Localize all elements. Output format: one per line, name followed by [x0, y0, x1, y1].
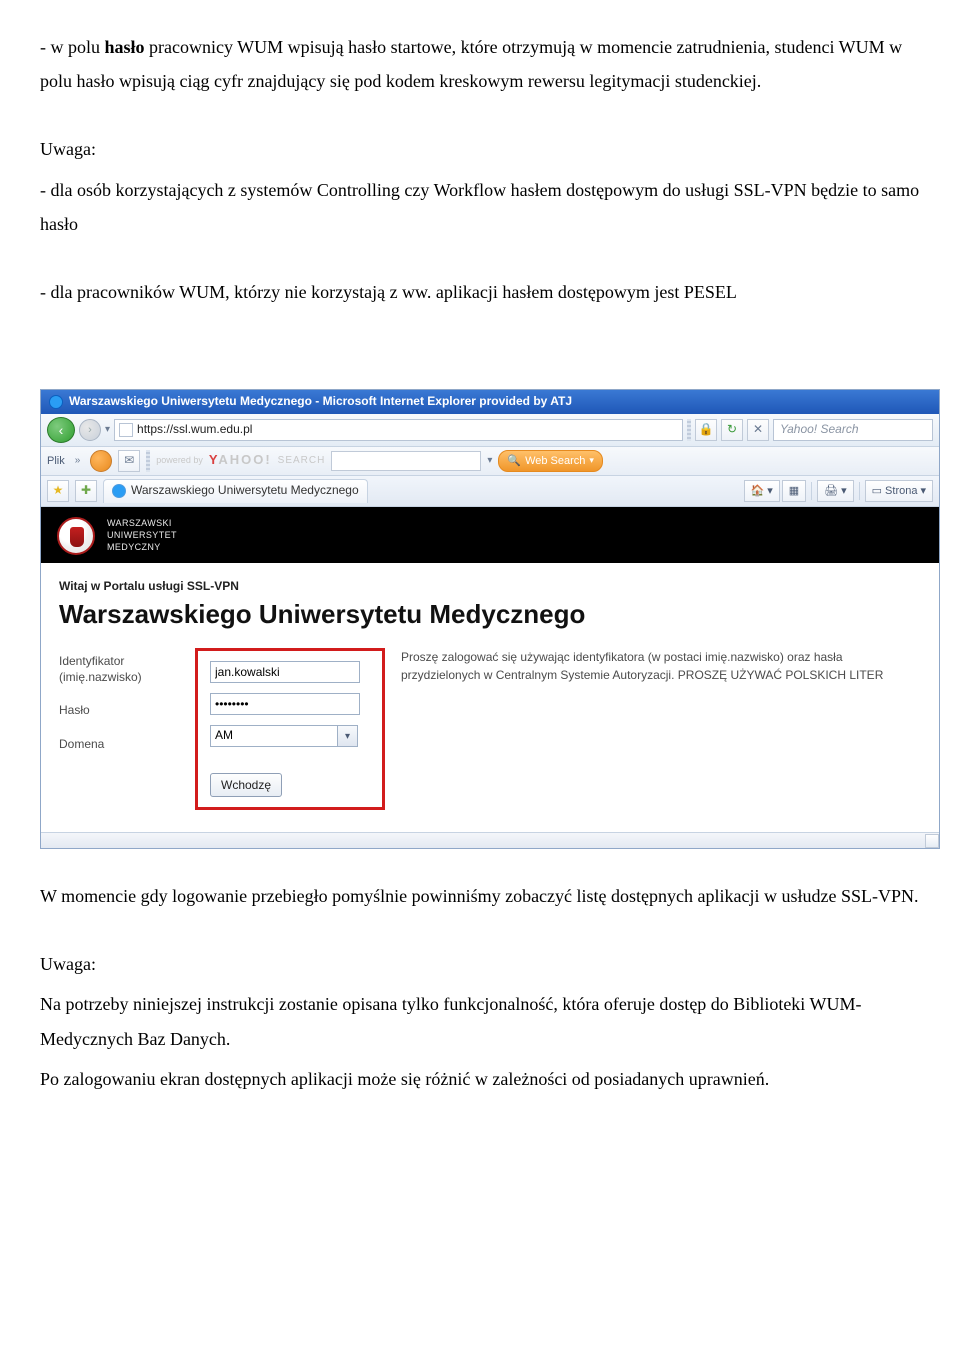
home-button[interactable]: 🏠 ▾: [744, 480, 780, 502]
scroll-arrow-icon[interactable]: [925, 834, 939, 848]
web-search-button[interactable]: 🔍 Web Search ▾: [498, 450, 603, 472]
url-field[interactable]: https://ssl.wum.edu.pl: [114, 419, 683, 441]
text-line: MEDYCZNY: [107, 542, 177, 554]
text-line: UNIWERSYTET: [107, 530, 177, 542]
wum-name: WARSZAWSKI UNIWERSYTET MEDYCZNY: [107, 518, 177, 553]
lock-icon: 🔒: [695, 419, 717, 441]
text-fragment: AHOO!: [218, 452, 271, 467]
home-icon: 🏠: [751, 484, 765, 498]
powered-by-label: powered by: [156, 455, 203, 467]
dropdown-icon: ▾: [589, 455, 594, 467]
label-domain: Domena: [59, 737, 179, 753]
domain-select[interactable]: AM ▾: [210, 725, 358, 747]
rss-icon: ▦: [789, 484, 799, 498]
dropdown-icon[interactable]: ▾: [338, 725, 358, 747]
label-identifier: Identyfikator (imię.nazwisko): [59, 654, 179, 685]
paragraph-password-field: - w polu hasło pracownicy WUM wpisują ha…: [40, 30, 930, 98]
yahoo-logo: YAHOO!: [209, 452, 272, 469]
paragraph-controlling-workflow: - dla osób korzystających z systemów Con…: [40, 173, 930, 241]
ie-tab-bar: ★ ✚ Warszawskiego Uniwersytetu Medyczneg…: [41, 476, 939, 507]
identifier-input[interactable]: [210, 661, 360, 683]
welcome-heading: Warszawskiego Uniwersytetu Medycznego: [59, 598, 921, 632]
chevron-left-icon: ‹: [59, 421, 64, 439]
wum-logo-icon: [57, 517, 95, 555]
note-label: Uwaga:: [40, 947, 930, 981]
page-header-black: WARSZAWSKI UNIWERSYTET MEDYCZNY: [41, 507, 939, 563]
add-favorite-icon[interactable]: ✚: [75, 480, 97, 502]
ie-screenshot: Warszawskiego Uniwersytetu Medycznego - …: [40, 389, 940, 849]
yahoo-toolbar: Plik » ✉ powered by YAHOO! SEARCH ▾ 🔍 Web…: [41, 447, 939, 476]
page-icon: ▭: [872, 484, 882, 498]
login-labels: Identyfikator (imię.nazwisko) Hasło Dome…: [59, 648, 179, 752]
mcafee-icon[interactable]: [90, 450, 112, 472]
text-line: (imię.nazwisko): [59, 670, 179, 686]
ie-logo-icon: [49, 395, 63, 409]
menu-file[interactable]: Plik: [47, 454, 65, 468]
search-label: SEARCH: [278, 454, 326, 467]
login-help-text: Proszę zalogować się używając identyfika…: [401, 648, 921, 684]
tab-title: Warszawskiego Uniwersytetu Medycznego: [131, 483, 359, 499]
grip-icon: [687, 419, 691, 441]
text-line: WARSZAWSKI: [107, 518, 177, 530]
browser-tab[interactable]: Warszawskiego Uniwersytetu Medycznego: [103, 479, 368, 503]
dropdown-icon[interactable]: ▾: [487, 454, 492, 467]
domain-value: AM: [210, 725, 338, 747]
horizontal-scrollbar[interactable]: [41, 832, 939, 848]
yahoo-y-icon: Y: [209, 452, 218, 467]
page-icon: [119, 423, 133, 437]
nav-forward-button[interactable]: ›: [79, 419, 101, 441]
label-password: Hasło: [59, 703, 179, 719]
bold-text: hasło: [105, 37, 145, 57]
grip-icon: [146, 450, 150, 472]
window-title: Warszawskiego Uniwersytetu Medycznego - …: [69, 394, 572, 410]
search-placeholder: Yahoo! Search: [780, 422, 859, 438]
yahoo-search-input[interactable]: [331, 451, 481, 471]
nav-back-button[interactable]: ‹: [47, 417, 75, 443]
paragraph-permissions: Po zalogowaniu ekran dostępnych aplikacj…: [40, 1062, 930, 1096]
ie-logo-icon: [112, 484, 126, 498]
password-input[interactable]: [210, 693, 360, 715]
dropdown-icon[interactable]: ▾: [105, 423, 110, 436]
button-label: Web Search: [525, 454, 585, 468]
paragraph-scope: Na potrzeby niniejszej instrukcji zostan…: [40, 987, 930, 1055]
note-label: Uwaga:: [40, 132, 930, 166]
page-body: Witaj w Portalu usługi SSL-VPN Warszawsk…: [41, 563, 939, 832]
feeds-button[interactable]: ▦: [782, 480, 806, 502]
login-area: Identyfikator (imię.nazwisko) Hasło Dome…: [59, 648, 921, 810]
ie-address-bar: ‹ › ▾ https://ssl.wum.edu.pl 🔒 ↻ ✕ Yahoo…: [41, 414, 939, 447]
chevron-right-icon[interactable]: »: [71, 454, 85, 467]
text-fragment: - w polu: [40, 37, 105, 57]
mail-icon[interactable]: ✉: [118, 450, 140, 472]
chevron-right-icon: ›: [88, 423, 92, 437]
command-bar: 🏠 ▾ ▦ 🖨 ▾ ▭Strona ▾: [744, 480, 934, 502]
welcome-small: Witaj w Portalu usługi SSL-VPN: [59, 579, 921, 595]
paragraph-after-login: W momencie gdy logowanie przebiegło pomy…: [40, 879, 930, 913]
text-fragment: pracownicy WUM wpisują hasło startowe, k…: [40, 37, 902, 91]
print-button[interactable]: 🖨 ▾: [817, 480, 854, 502]
stop-button[interactable]: ✕: [747, 419, 769, 441]
text-line: Identyfikator: [59, 654, 179, 670]
favorites-icon[interactable]: ★: [47, 480, 69, 502]
browser-search-input[interactable]: Yahoo! Search: [773, 419, 933, 441]
page-menu-button[interactable]: ▭Strona ▾: [865, 480, 933, 502]
login-button[interactable]: Wchodzę: [210, 773, 282, 797]
search-icon: 🔍: [507, 454, 521, 468]
printer-icon: 🖨: [824, 484, 838, 498]
refresh-button[interactable]: ↻: [721, 419, 743, 441]
button-label: Strona: [885, 484, 917, 498]
url-text: https://ssl.wum.edu.pl: [137, 422, 252, 438]
ie-title-bar: Warszawskiego Uniwersytetu Medycznego - …: [41, 390, 939, 414]
login-form-highlight: AM ▾ Wchodzę: [195, 648, 385, 810]
paragraph-pesel: - dla pracowników WUM, którzy nie korzys…: [40, 275, 930, 309]
